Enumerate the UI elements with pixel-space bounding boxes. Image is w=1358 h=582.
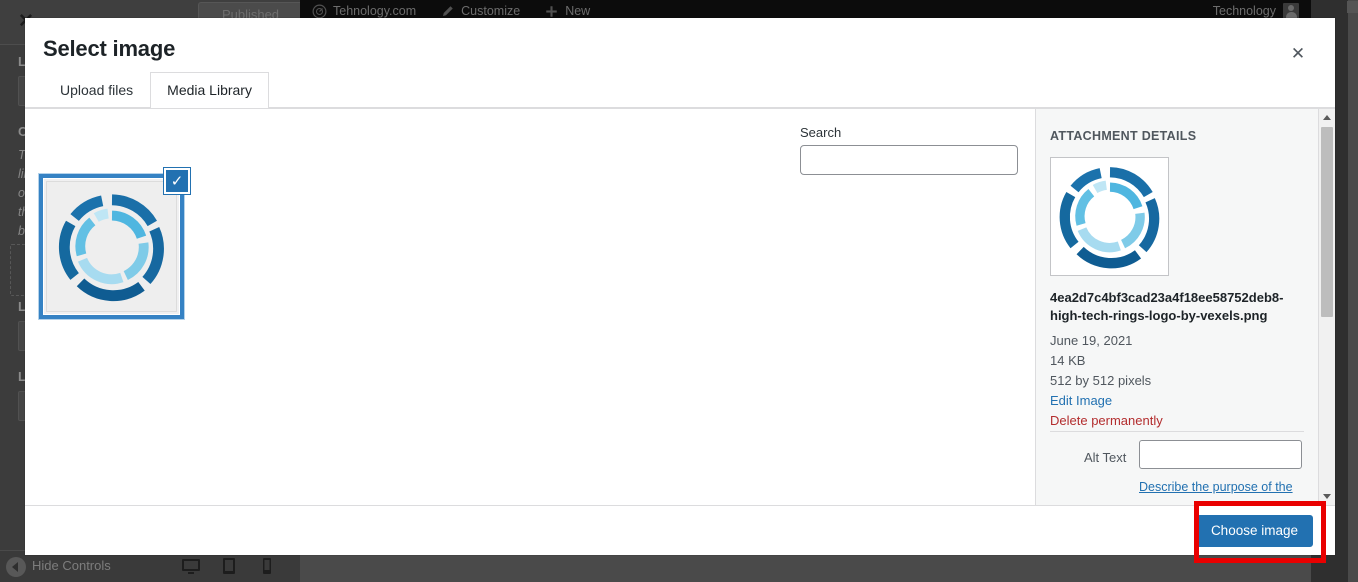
media-library-pane: Search ✓ xyxy=(25,109,1035,505)
admin-bar-site-label: Tehnology.com xyxy=(333,4,417,18)
rings-logo-preview xyxy=(1059,166,1159,268)
dashboard-icon xyxy=(312,4,327,19)
details-scrollbar[interactable] xyxy=(1318,109,1335,505)
attachment-preview xyxy=(1050,157,1169,276)
collapse-arrow-icon[interactable] xyxy=(6,557,26,577)
avatar-icon xyxy=(1283,3,1299,19)
admin-bar-customize-label: Customize xyxy=(461,4,521,18)
scroll-down-icon[interactable] xyxy=(1319,488,1335,505)
modal-body: Search ✓ ATTACHMENT DETAILS 4ea2d7c4bf3c… xyxy=(25,108,1335,505)
window-scroll-up-icon[interactable] xyxy=(1347,1,1358,13)
scroll-up-icon[interactable] xyxy=(1319,109,1335,126)
page-title: Select image xyxy=(43,36,176,61)
edit-image-link[interactable]: Edit Image xyxy=(1050,393,1112,408)
search-input[interactable] xyxy=(800,145,1018,175)
modal-footer: Choose image xyxy=(25,501,1335,563)
alt-text-field[interactable] xyxy=(1139,440,1302,469)
media-thumbnail xyxy=(46,181,177,312)
checkmark-icon: ✓ xyxy=(164,168,190,194)
mobile-icon[interactable] xyxy=(260,555,282,579)
tab-media-library[interactable]: Media Library xyxy=(150,72,269,109)
close-icon[interactable]: ✕ xyxy=(1280,36,1316,72)
details-divider xyxy=(1050,431,1304,432)
tab-upload-files[interactable]: Upload files xyxy=(43,72,150,108)
attachment-details-scroll: ATTACHMENT DETAILS 4ea2d7c4bf3cad23a4f18… xyxy=(1036,109,1318,505)
modal-header: Select image ✕ Upload files Media Librar… xyxy=(25,18,1335,109)
choose-image-button[interactable]: Choose image xyxy=(1195,515,1313,547)
hide-controls-label[interactable]: Hide Controls xyxy=(32,558,111,573)
attachment-filename: 4ea2d7c4bf3cad23a4f18ee58752deb8-high-te… xyxy=(1050,290,1284,323)
admin-bar-new-label: New xyxy=(565,4,591,18)
delete-permanently-link[interactable]: Delete permanently xyxy=(1050,413,1163,428)
screen: ✕ Published Lo 2 Cu Thi libr opt the bu … xyxy=(0,0,1358,582)
alt-text-help-link[interactable]: Describe the purpose of the xyxy=(1139,479,1309,496)
rings-logo-image xyxy=(58,193,164,301)
scrollbar-thumb[interactable] xyxy=(1321,127,1333,317)
search-label: Search xyxy=(800,125,842,140)
media-item-selected[interactable]: ✓ xyxy=(38,168,190,320)
attachment-details-pane: ATTACHMENT DETAILS 4ea2d7c4bf3cad23a4f18… xyxy=(1035,109,1335,505)
device-preview-group xyxy=(180,555,282,579)
desktop-icon[interactable] xyxy=(180,555,202,579)
plus-icon xyxy=(544,4,559,19)
attachment-dimensions: 512 by 512 pixels xyxy=(1050,373,1152,388)
attachment-date: June 19, 2021 xyxy=(1050,333,1133,348)
modal-tabs: Upload files Media Library xyxy=(43,72,269,109)
brush-icon xyxy=(440,4,455,19)
attachment-details-heading: ATTACHMENT DETAILS xyxy=(1050,129,1197,143)
select-image-modal: Select image ✕ Upload files Media Librar… xyxy=(25,18,1335,563)
attachment-filesize: 14 KB xyxy=(1050,353,1086,368)
tablet-icon[interactable] xyxy=(220,555,242,579)
alt-text-label: Alt Text xyxy=(1084,450,1127,465)
